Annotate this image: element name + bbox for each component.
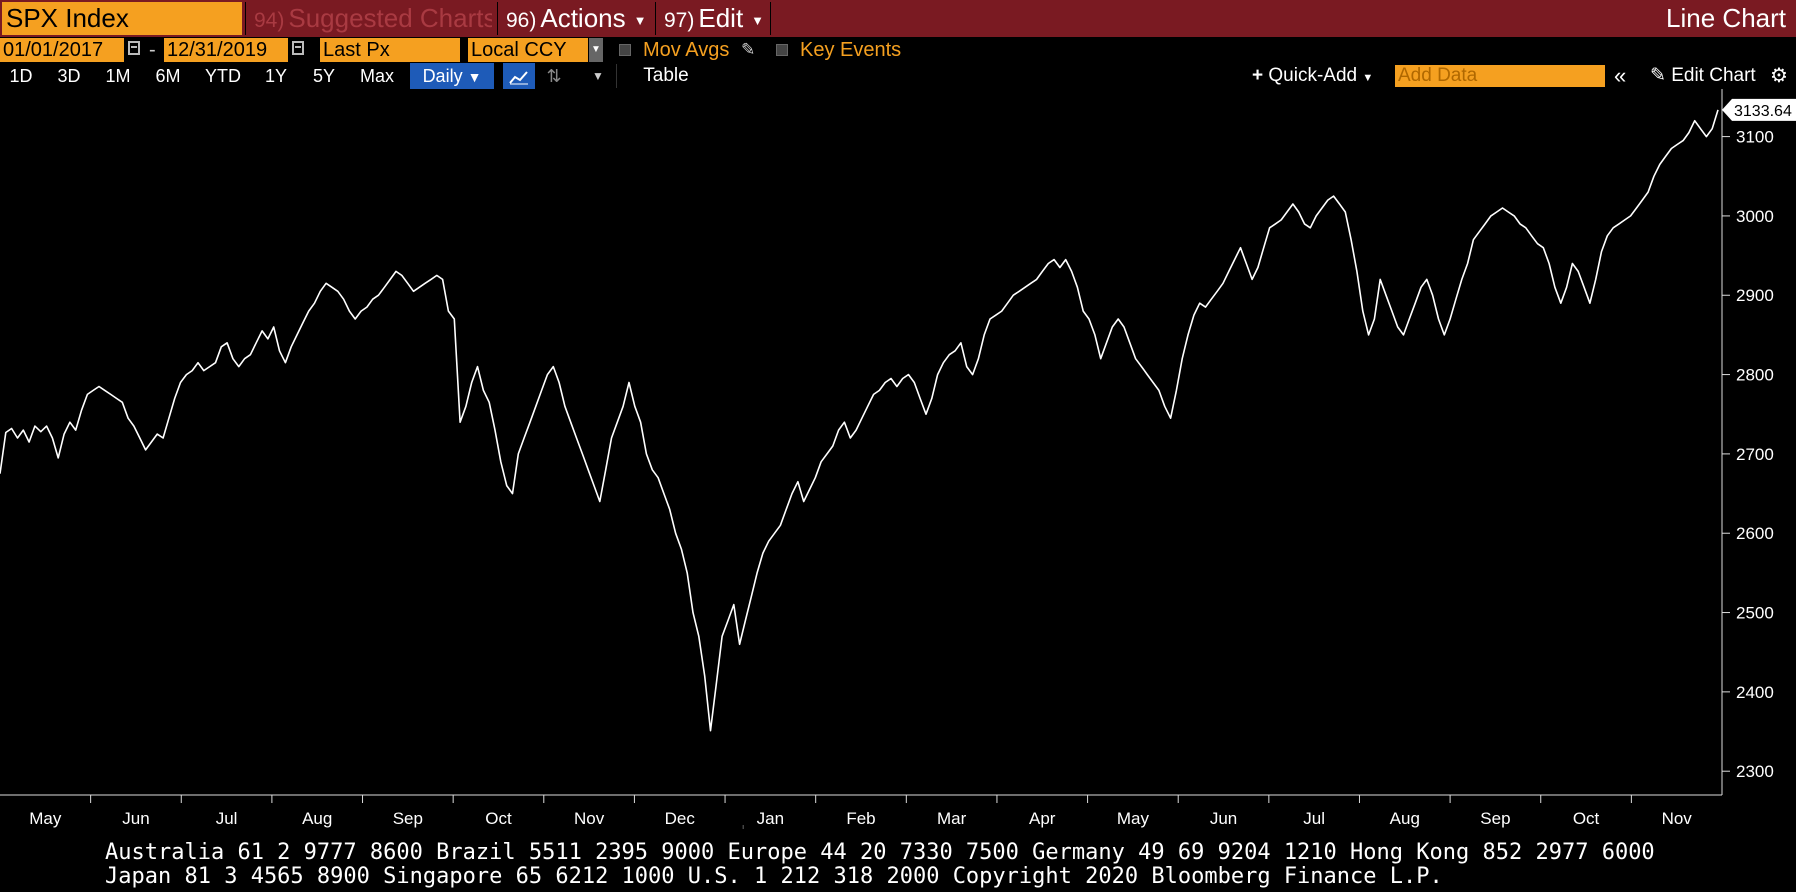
bar-chart-icon[interactable]: ⇅	[540, 63, 568, 89]
add-data-input[interactable]: Add Data	[1395, 65, 1605, 87]
x-tick-label: Feb	[846, 809, 875, 828]
calendar-icon[interactable]	[292, 41, 304, 55]
actions-label: Actions	[540, 3, 626, 33]
plus-icon: +	[1252, 65, 1264, 86]
x-tick-label: Aug	[1390, 809, 1420, 828]
y-tick-label: 2600	[1736, 524, 1774, 543]
key-events-label[interactable]: Key Events	[800, 37, 901, 63]
line-chart-icon[interactable]	[503, 63, 535, 89]
key-events-checkbox[interactable]	[776, 44, 788, 56]
actions-menu[interactable]: 96) Actions ▼	[497, 2, 653, 35]
x-tick-label: Jun	[1210, 809, 1237, 828]
edit-chart-button[interactable]: ✎ Edit Chart	[1650, 63, 1756, 89]
period-1d-button[interactable]: 1D	[4, 63, 38, 89]
title-bar: SPX Index 94) Suggested Charts 96) Actions…	[0, 0, 1796, 37]
x-tick-label: May	[1117, 809, 1150, 828]
toolbar-divider	[616, 64, 617, 88]
price-chart[interactable]: 2300 2400 2500 2600 2700 2800 2900 3000 3100 May…	[0, 89, 1796, 848]
chevron-down-icon: ▼	[467, 69, 482, 85]
suggested-charts-number: 94)	[254, 9, 285, 32]
y-tick-label: 2500	[1736, 604, 1774, 623]
y-tick-label: 2400	[1736, 683, 1774, 702]
y-tick-label: 2800	[1736, 366, 1774, 385]
x-tick-label: Oct	[485, 809, 512, 828]
chevron-down-icon: ▼	[751, 12, 765, 28]
chevron-down-icon: ▼	[633, 12, 647, 28]
x-tick-label: Aug	[302, 809, 332, 828]
edit-label: Edit	[698, 3, 744, 33]
gear-icon[interactable]: ⚙	[1770, 63, 1788, 89]
actions-number: 96)	[506, 9, 537, 32]
suggested-charts-label: Suggested Charts	[288, 3, 492, 33]
x-tick-label: Oct	[1573, 809, 1600, 828]
end-date-input[interactable]: 12/31/2019	[164, 38, 288, 62]
period-max-button[interactable]: Max	[355, 63, 399, 89]
table-button[interactable]: Table	[640, 63, 692, 89]
y-tick-label: 3100	[1736, 128, 1774, 147]
x-tick-label: Jun	[122, 809, 149, 828]
edit-number: 97)	[664, 9, 695, 32]
y-tick-label: 3000	[1736, 207, 1774, 226]
period-bar: 1D 3D 1M 6M YTD 1Y 5Y Max Daily ▼ ⇅ ▼ Tab…	[0, 63, 1796, 89]
edit-menu[interactable]: 97) Edit ▼	[655, 2, 771, 35]
chevron-down-icon: ▼	[1362, 72, 1374, 84]
edit-chart-label: Edit Chart	[1671, 65, 1756, 86]
quick-add-dropdown[interactable]: + Quick-Add ▼	[1252, 63, 1373, 89]
frequency-dropdown[interactable]: Daily ▼	[410, 63, 494, 89]
pencil-icon[interactable]: ✎	[741, 37, 755, 63]
period-3d-button[interactable]: 3D	[52, 63, 86, 89]
mov-avgs-label[interactable]: Mov Avgs	[643, 37, 729, 63]
period-1y-button[interactable]: 1Y	[258, 63, 294, 89]
chart-type-label: Line Chart	[1666, 3, 1786, 33]
currency-select[interactable]: Local CCY	[468, 38, 588, 62]
x-tick-label: Sep	[1480, 809, 1510, 828]
y-tick-label: 2900	[1736, 286, 1774, 305]
period-5y-button[interactable]: 5Y	[306, 63, 342, 89]
last-price-label: 3133.64	[1722, 98, 1796, 121]
period-ytd-button[interactable]: YTD	[200, 63, 246, 89]
x-tick-label: May	[29, 809, 62, 828]
ticker-field[interactable]: SPX Index	[2, 2, 242, 35]
suggested-charts-menu[interactable]: 94) Suggested Charts	[245, 2, 492, 35]
chart-options-dropdown-icon[interactable]: ▼	[588, 63, 608, 89]
collapse-icon[interactable]: «	[1614, 63, 1626, 89]
calendar-icon[interactable]	[128, 41, 140, 55]
x-tick-label: Jul	[1303, 809, 1325, 828]
y-tick-label: 2300	[1736, 762, 1774, 781]
x-tick-label: Nov	[574, 809, 605, 828]
quick-add-label: Quick-Add	[1268, 65, 1358, 86]
x-tick-label: Jan	[757, 809, 784, 828]
last-price-label-text: 3133.64	[1734, 103, 1792, 120]
currency-dropdown-icon[interactable]: ▼	[589, 38, 603, 62]
pencil-icon: ✎	[1650, 65, 1666, 86]
mov-avgs-checkbox[interactable]	[619, 44, 631, 56]
x-tick-label: Sep	[393, 809, 423, 828]
start-date-input[interactable]: 01/01/2017	[0, 38, 124, 62]
price-field-select[interactable]: Last Px	[320, 38, 460, 62]
y-tick-label: 2700	[1736, 445, 1774, 464]
x-tick-label: Apr	[1029, 809, 1056, 828]
x-tick-label: Jul	[216, 809, 238, 828]
line-chart-svg: 2300 2400 2500 2600 2700 2800 2900 3000 3100 May…	[0, 89, 1796, 848]
period-1m-button[interactable]: 1M	[101, 63, 135, 89]
frequency-label: Daily	[422, 66, 463, 86]
x-tick-label: Dec	[665, 809, 696, 828]
x-tick-label: Mar	[937, 809, 967, 828]
plot-background	[0, 89, 1796, 829]
footer-contact-line-2: Japan 81 3 4565 8900 Singapore 65 6212 1…	[105, 864, 1443, 889]
date-range-separator: -	[149, 39, 156, 61]
settings-bar: 01/01/2017 - 12/31/2019 Last Px Local CC…	[0, 37, 1796, 63]
x-tick-label: Nov	[1662, 809, 1693, 828]
period-6m-button[interactable]: 6M	[150, 63, 186, 89]
